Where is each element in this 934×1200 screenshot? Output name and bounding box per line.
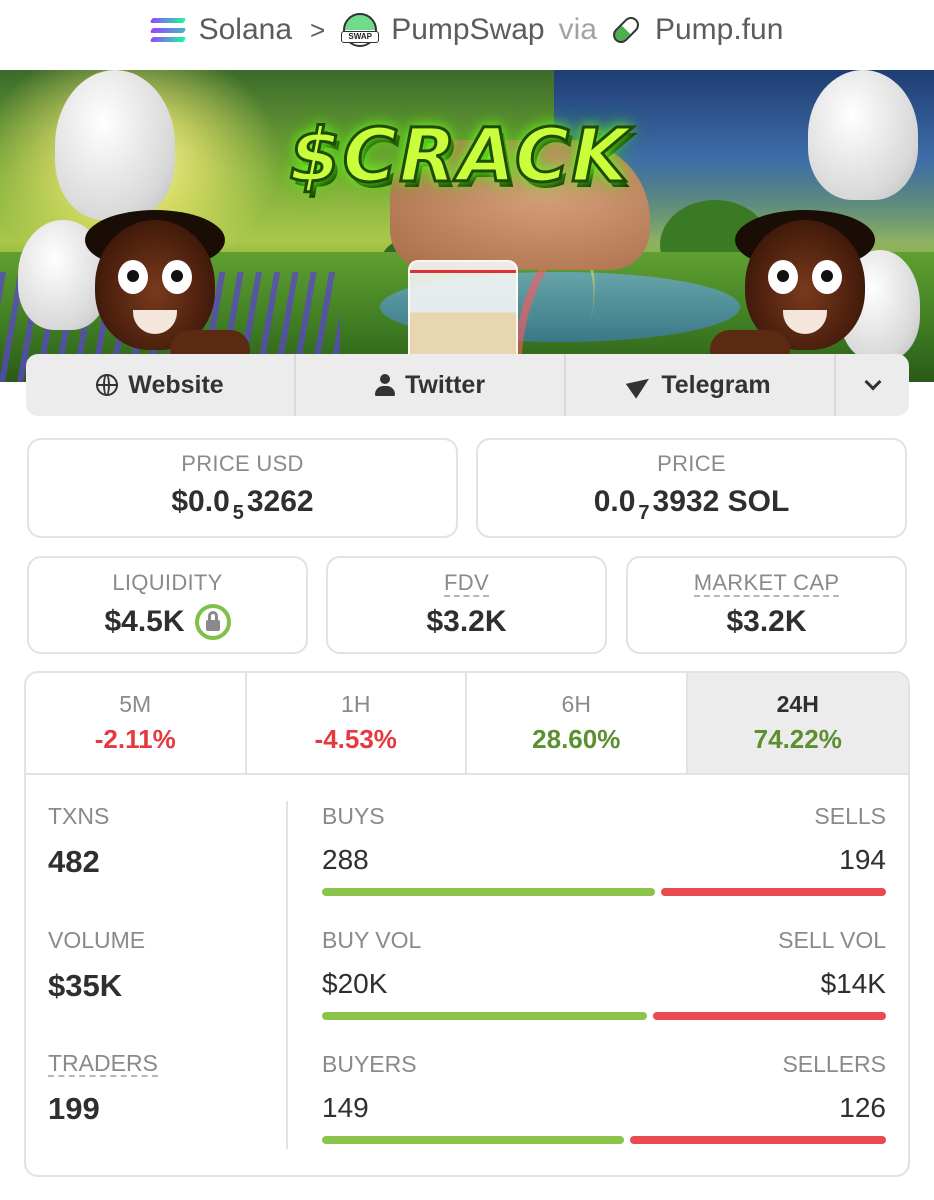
paper-plane-icon [626, 371, 655, 399]
tab-5m[interactable]: 5M -2.11% [26, 673, 247, 773]
buys-value: 288 [322, 844, 369, 875]
via-text: via [558, 13, 597, 46]
globe-icon [96, 374, 119, 396]
timeframe-stats-panel: 5M -2.11% 1H -4.53% 6H 28.60% 24H 74.22%… [24, 671, 910, 1177]
tab-label: 5M [119, 691, 152, 717]
price-change: -4.53% [314, 724, 397, 754]
chevron-down-icon [864, 373, 881, 391]
pumpswap-logo-icon [341, 13, 380, 47]
price-usd-value: $0.0 5 3262 [171, 485, 314, 524]
buy-bar [322, 888, 656, 896]
traders-value: 199 [48, 1091, 100, 1126]
sell-bar [653, 1012, 886, 1020]
buy-vol-value: $20K [322, 968, 388, 999]
fdv-card: FDV $3.2K [326, 556, 607, 654]
timeframe-tabs: 5M -2.11% 1H -4.53% 6H 28.60% 24H 74.22% [26, 673, 908, 775]
txns-split: BUYS SELLS 288 194 [322, 803, 886, 927]
fdv-value: $3.2K [426, 605, 507, 638]
website-button[interactable]: Website [26, 354, 296, 416]
launchpad-link[interactable]: Pump.fun [655, 13, 783, 47]
price-native-label: PRICE [657, 451, 726, 476]
dex-link[interactable]: PumpSwap [391, 13, 544, 47]
lock-icon[interactable] [194, 604, 231, 640]
buy-sell-ratio-bar [322, 888, 886, 896]
sells-label: SELLS [814, 803, 886, 829]
price-usd-label: PRICE USD [181, 451, 304, 476]
txns-value: 482 [48, 844, 100, 879]
tab-label: 6H [561, 691, 591, 717]
tab-1h[interactable]: 1H -4.53% [247, 673, 467, 773]
price-native-value: 0.0 7 3932 SOL [593, 485, 790, 524]
solana-logo-icon [149, 15, 186, 45]
buy-vol-label: BUY VOL [322, 927, 422, 953]
social-links-bar: Website Twitter Telegram [26, 354, 909, 416]
sell-bar [630, 1136, 886, 1144]
sellers-value: 126 [839, 1092, 886, 1123]
price-change: -2.11% [94, 724, 176, 754]
liquidity-card: LIQUIDITY $4.5K [27, 556, 308, 654]
price-usd-card: PRICE USD $0.0 5 3262 [27, 438, 458, 538]
price-native-card: PRICE 0.0 7 3932 SOL [476, 438, 907, 538]
buy-sell-volume-bar [322, 1012, 886, 1020]
market-cap-card: MARKET CAP $3.2K [626, 556, 907, 654]
txns-label: TXNS [48, 803, 110, 829]
traders-label[interactable]: TRADERS [48, 1051, 158, 1077]
buy-bar [322, 1012, 648, 1020]
liquidity-label: LIQUIDITY [112, 570, 223, 595]
user-icon [374, 374, 395, 396]
buyers-sellers-bar [322, 1136, 886, 1144]
sells-value: 194 [839, 844, 886, 875]
breadcrumb: Solana > PumpSwap via Pump.fun [0, 8, 934, 52]
tab-24h[interactable]: 24H 74.22% [687, 673, 908, 773]
market-cap-label[interactable]: MARKET CAP [693, 571, 840, 597]
sell-bar [661, 888, 886, 896]
buyers-value: 149 [322, 1092, 369, 1123]
buys-label: BUYS [322, 803, 385, 829]
txns-stat: TXNS 482 [48, 803, 278, 927]
buy-bar [322, 1136, 625, 1144]
sellers-label: SELLERS [782, 1051, 886, 1077]
token-banner-image: $CRACK [0, 70, 934, 382]
tab-label: 1H [341, 691, 371, 717]
sell-vol-label: SELL VOL [778, 927, 886, 953]
chain-link[interactable]: Solana [199, 13, 292, 47]
tab-6h[interactable]: 6H 28.60% [467, 673, 688, 773]
twitter-label: Twitter [404, 370, 486, 399]
telegram-label: Telegram [661, 370, 771, 399]
telegram-button[interactable]: Telegram [566, 354, 836, 416]
price-change: 74.22% [753, 724, 842, 754]
banner-title: $CRACK [288, 112, 631, 201]
character-left-image [70, 210, 250, 370]
traders-stat: TRADERS 199 [48, 1051, 278, 1175]
market-cap-value: $3.2K [726, 605, 807, 638]
volume-value: $35K [48, 968, 123, 1003]
fdv-label[interactable]: FDV [444, 571, 489, 597]
traders-split: BUYERS SELLERS 149 126 [322, 1051, 886, 1175]
volume-split: BUY VOL SELL VOL $20K $14K [322, 927, 886, 1051]
column-divider [286, 801, 288, 1149]
sell-vol-value: $14K [820, 968, 886, 999]
volume-label: VOLUME [48, 927, 146, 953]
more-links-button[interactable] [836, 354, 909, 416]
pumpfun-pill-icon [609, 13, 643, 47]
tab-label: 24H [776, 691, 819, 717]
character-right-image [710, 210, 890, 370]
buy-sell-column: BUYS SELLS 288 194 BUY VOL SELL VOL $20K… [322, 803, 886, 1175]
liquidity-value: $4.5K [104, 605, 185, 638]
totals-column: TXNS 482 VOLUME $35K TRADERS 199 [48, 803, 278, 1175]
price-change: 28.60% [532, 724, 621, 754]
website-label: Website [128, 370, 224, 399]
breadcrumb-separator: > [310, 14, 326, 45]
twitter-button[interactable]: Twitter [296, 354, 566, 416]
volume-stat: VOLUME $35K [48, 927, 278, 1051]
buyers-label: BUYERS [322, 1051, 417, 1077]
